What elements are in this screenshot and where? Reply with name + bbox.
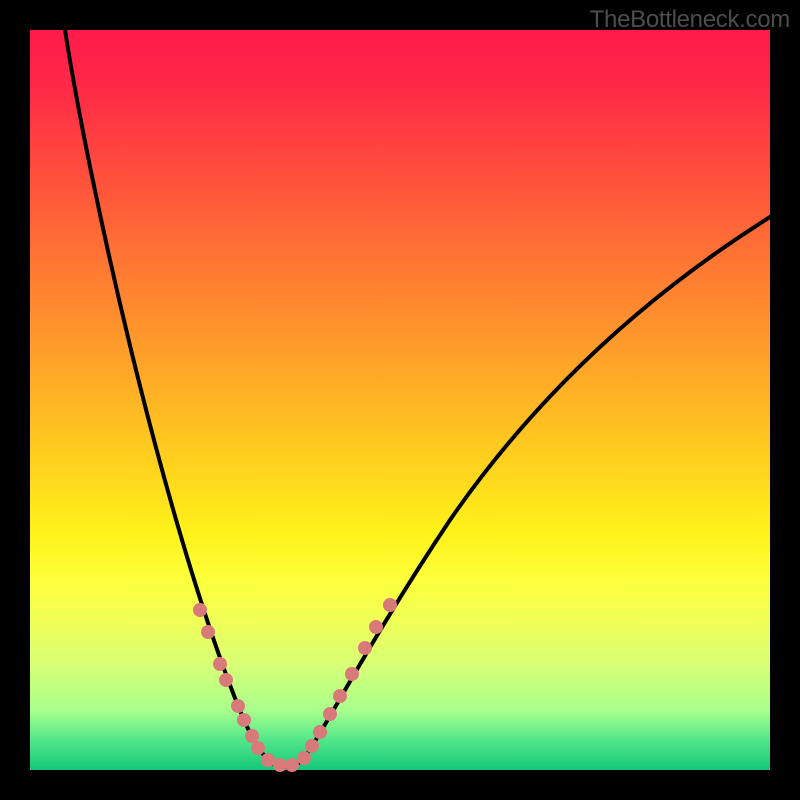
plot-area [30, 30, 770, 770]
bottleneck-curve [30, 30, 770, 770]
curve-path [65, 30, 770, 768]
chart-frame: TheBottleneck.com [0, 0, 800, 800]
